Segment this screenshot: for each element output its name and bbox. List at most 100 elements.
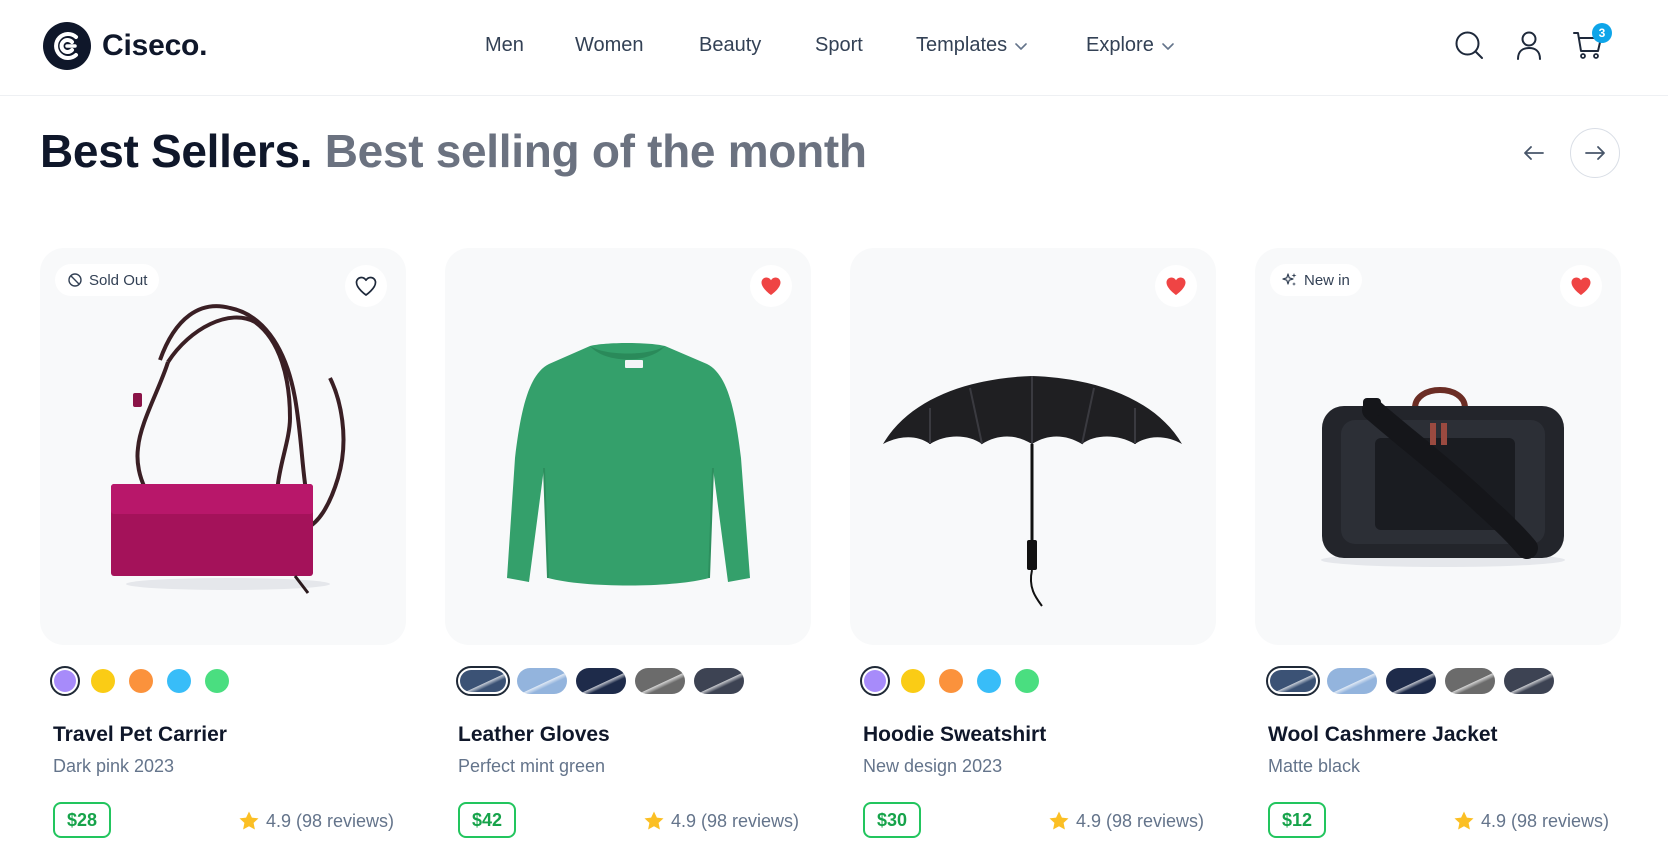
nav-item-templates[interactable]: Templates <box>916 34 1028 57</box>
carousel-prev-button[interactable] <box>1509 128 1559 178</box>
price-tag: $30 <box>863 802 922 838</box>
product-card[interactable]: Sold Out Travel Pet Carrier Dark pink 20… <box>40 248 406 848</box>
product-description: New design 2023 <box>863 756 1003 776</box>
product-image-green-sweater <box>507 343 750 586</box>
product-rating: 4.9 (98 reviews) <box>1048 810 1204 832</box>
product-rating: 4.9 (98 reviews) <box>643 810 799 832</box>
product-image-frame[interactable]: Sold Out <box>40 248 406 645</box>
star-icon <box>644 811 664 830</box>
search-icon[interactable] <box>1453 29 1485 61</box>
nav-item-men[interactable]: Men <box>485 34 524 57</box>
status-badge: New in <box>1270 264 1362 296</box>
product-description: Matte black <box>1268 756 1361 776</box>
product-name[interactable]: Leather Gloves <box>458 723 610 747</box>
color-swatch[interactable] <box>1015 669 1039 693</box>
color-swatch[interactable] <box>517 668 567 694</box>
carousel-next-button[interactable] <box>1570 128 1620 178</box>
product-rating: 4.9 (98 reviews) <box>238 810 394 832</box>
color-swatch[interactable] <box>1266 666 1320 696</box>
product-description: Perfect mint green <box>458 756 606 776</box>
arrow-right-icon <box>1585 146 1605 160</box>
section-title: Best Sellers. <box>40 125 313 177</box>
status-badge: Sold Out <box>55 264 160 296</box>
color-swatch[interactable] <box>939 669 963 693</box>
product-image-pink-bag <box>111 304 346 594</box>
product-card[interactable]: Hoodie Sweatshirt New design 2023 $30 4.… <box>850 248 1216 848</box>
section-heading: Best Sellers. Best selling of the month <box>40 124 867 178</box>
nav-item-beauty[interactable]: Beauty <box>699 34 761 57</box>
color-swatches <box>50 666 243 696</box>
color-swatch[interactable] <box>576 668 626 694</box>
product-description: Dark pink 2023 <box>53 756 175 776</box>
favorite-button[interactable] <box>345 265 387 307</box>
nav-item-explore[interactable]: Explore <box>1086 34 1175 57</box>
section-subtitle: Best selling of the month <box>324 125 867 177</box>
nav-item-women[interactable]: Women <box>575 34 644 57</box>
rating-text: 4.9 (98 reviews) <box>1075 810 1204 831</box>
color-swatch[interactable] <box>694 668 744 694</box>
product-rating: 4.9 (98 reviews) <box>1453 810 1609 832</box>
price-tag: $42 <box>458 802 517 838</box>
color-swatch[interactable] <box>860 666 890 696</box>
product-image-black-umbrella <box>883 376 1182 607</box>
cart-count-badge: 3 <box>1592 23 1612 43</box>
product-card[interactable]: New in Wool Cashmere Jacket Matte black … <box>1255 248 1621 848</box>
star-icon <box>1049 811 1069 830</box>
heart-outline-icon <box>355 276 377 296</box>
color-swatch[interactable] <box>635 668 685 694</box>
color-swatches <box>456 666 753 696</box>
product-image-frame[interactable] <box>850 248 1216 645</box>
product-image-frame[interactable]: New in <box>1255 248 1621 645</box>
rating-text: 4.9 (98 reviews) <box>670 810 799 831</box>
nav-item-sport[interactable]: Sport <box>815 34 863 57</box>
color-swatch[interactable] <box>91 669 115 693</box>
color-swatch[interactable] <box>901 669 925 693</box>
color-swatch[interactable] <box>1445 668 1495 694</box>
star-icon <box>239 811 259 830</box>
badge-label: Sold Out <box>89 271 148 289</box>
product-image-black-bag <box>1321 387 1565 567</box>
nav-label: Templates <box>916 34 1008 56</box>
arrow-left-icon <box>1524 146 1544 160</box>
color-swatch[interactable] <box>1504 668 1554 694</box>
nav-label: Sport <box>815 34 863 56</box>
color-swatch[interactable] <box>1327 668 1377 694</box>
user-icon[interactable] <box>1513 29 1545 61</box>
color-swatches <box>1266 666 1563 696</box>
color-swatch[interactable] <box>205 669 229 693</box>
nav-label: Women <box>575 34 644 56</box>
chevron-down-icon <box>1015 42 1027 50</box>
main-nav: Men Women Beauty Sport Templates Explore <box>0 0 1668 94</box>
favorite-button[interactable] <box>1155 265 1197 307</box>
rating-text: 4.9 (98 reviews) <box>1480 810 1609 831</box>
color-swatch[interactable] <box>167 669 191 693</box>
product-name[interactable]: Wool Cashmere Jacket <box>1268 723 1498 747</box>
product-image-frame[interactable] <box>445 248 811 645</box>
heart-filled-icon <box>1571 277 1591 295</box>
rating-text: 4.9 (98 reviews) <box>265 810 394 831</box>
no-symbol-icon <box>68 273 82 287</box>
color-swatches <box>860 666 1053 696</box>
price-tag: $28 <box>53 802 112 838</box>
color-swatch[interactable] <box>50 666 80 696</box>
badge-label: New in <box>1304 271 1350 289</box>
nav-label: Beauty <box>699 34 762 56</box>
favorite-button[interactable] <box>1560 265 1602 307</box>
product-name[interactable]: Travel Pet Carrier <box>53 723 227 747</box>
color-swatch[interactable] <box>129 669 153 693</box>
sparkles-icon <box>1282 273 1297 286</box>
heart-filled-icon <box>761 277 781 295</box>
color-swatch[interactable] <box>1386 668 1436 694</box>
chevron-down-icon <box>1162 42 1174 50</box>
nav-label: Explore <box>1086 34 1154 56</box>
nav-label: Men <box>485 34 524 56</box>
star-icon <box>1454 811 1474 830</box>
site-header: Ciseco. Men Women Beauty Sport Templates… <box>0 0 1668 96</box>
product-name[interactable]: Hoodie Sweatshirt <box>863 723 1046 747</box>
product-card[interactable]: Leather Gloves Perfect mint green $42 4.… <box>445 248 811 848</box>
favorite-button[interactable] <box>750 265 792 307</box>
color-swatch[interactable] <box>977 669 1001 693</box>
heart-filled-icon <box>1166 277 1186 295</box>
color-swatch[interactable] <box>456 666 510 696</box>
price-tag: $12 <box>1268 802 1327 838</box>
